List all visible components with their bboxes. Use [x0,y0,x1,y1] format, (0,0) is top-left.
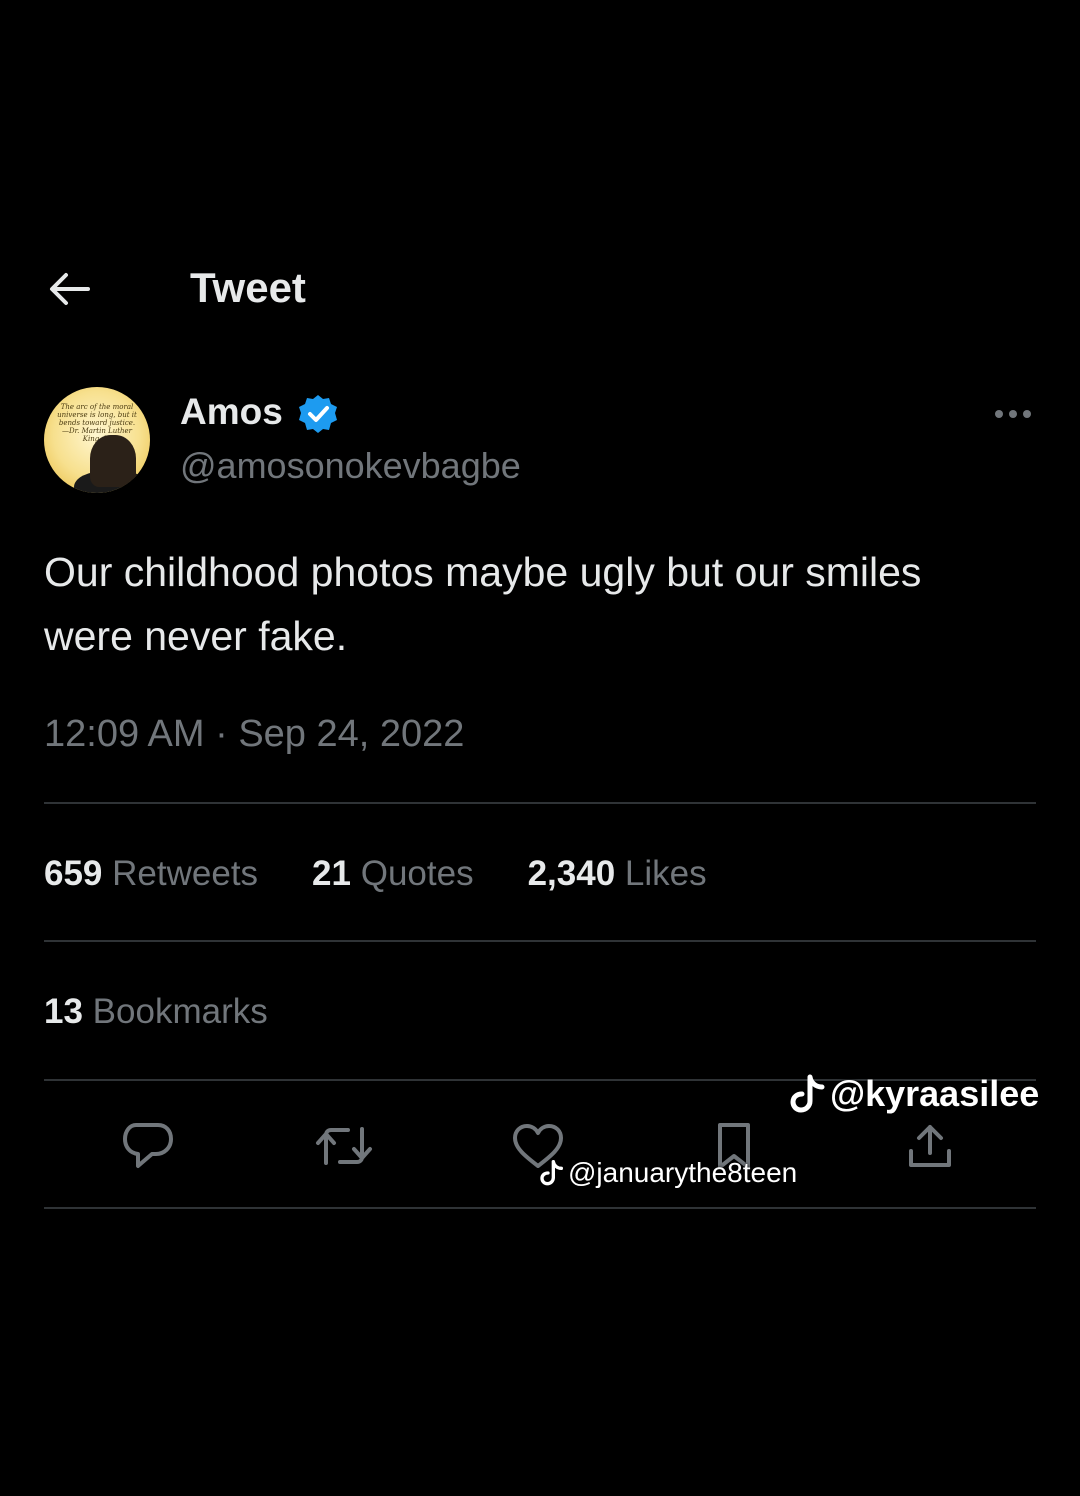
quotes-stat[interactable]: 21 Quotes [312,850,474,898]
retweets-count: 659 [44,854,103,893]
tiktok-logo-icon [790,1074,825,1113]
likes-count: 2,340 [527,854,616,893]
tweet-text-line-2: were never fake. [44,613,348,659]
likes-label: Likes [624,854,707,893]
avatar-face [90,435,136,487]
avatar-quote-text: The arc of the moral universe is long, b… [57,403,137,443]
divider [44,940,1036,942]
divider [44,802,1036,804]
arrow-left-icon [50,273,90,305]
retweets-label: Retweets [112,854,259,893]
retweet-button[interactable] [314,1116,374,1176]
verified-badge-icon [297,393,339,435]
page-title: Tweet [190,264,306,311]
bookmarks-label: Bookmarks [92,992,268,1031]
avatar[interactable]: The arc of the moral universe is long, b… [44,387,150,493]
engagement-stats: 659 Retweets 21 Quotes 2,340 Likes [44,850,761,898]
tiktok-logo-icon [540,1160,563,1186]
quotes-count: 21 [312,854,351,893]
watermark-top-text: @kyraasilee [830,1073,1040,1114]
reply-button[interactable] [118,1116,178,1176]
share-icon [909,1125,951,1167]
author-handle[interactable]: @amosonokevbagbe [180,444,521,488]
tiktok-watermark-middle: @januarythe8teen [540,1154,797,1192]
more-dots-icon [995,410,1031,418]
author-display-name[interactable]: Amos [180,390,283,434]
likes-stat[interactable]: 2,340 Likes [528,850,707,898]
tiktok-watermark-top: @kyraasilee [790,1068,1039,1120]
bookmarks-stat[interactable]: 13 Bookmarks [44,988,268,1036]
reply-icon [123,1123,173,1168]
tweet-text-line-1: Our childhood photos maybe ugly but our … [44,549,922,595]
share-button[interactable] [900,1116,960,1176]
divider [44,1207,1036,1209]
tweet-timestamp[interactable]: 12:09 AM · Sep 24, 2022 [44,710,464,758]
retweets-stat[interactable]: 659 Retweets [44,850,258,898]
quotes-label: Quotes [360,854,474,893]
retweet-icon [316,1127,372,1165]
watermark-middle-text: @januarythe8teen [568,1157,798,1188]
more-options-button[interactable] [986,396,1040,432]
tweet-text: Our childhood photos maybe ugly but our … [44,540,1044,668]
back-button[interactable] [46,266,92,312]
bookmarks-count: 13 [44,992,83,1031]
